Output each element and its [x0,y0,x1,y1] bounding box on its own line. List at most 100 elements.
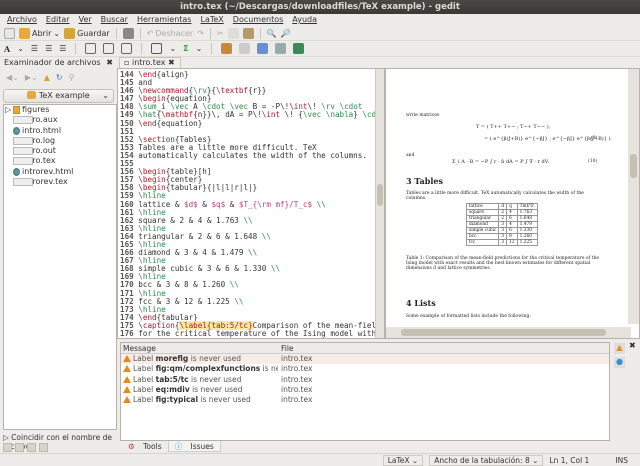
file-item[interactable]: intro.out [4,146,116,156]
up-icon[interactable]: ▲ [44,73,50,82]
redo-icon[interactable]: ↷ [197,29,204,38]
file-item[interactable]: intro.html [4,126,116,136]
undo-button[interactable]: ↶ Deshacer [147,29,194,38]
file-item[interactable]: intro.tex [4,156,116,166]
align-right-icon[interactable]: ☰ [59,44,66,53]
table-caption: Table 1: Comparison of the mean-field pr… [406,256,600,271]
save-button[interactable]: Guardar [64,27,110,39]
warnings-filter-button[interactable]: ▲ [614,343,625,354]
equation-number: (9) [591,136,598,141]
tab-intro-tex[interactable]: ▫ intro.tex ✖ [119,57,181,68]
scrollbar-thumb[interactable] [377,184,383,206]
issue-row[interactable]: Label fig:typical is never used intro.tex [121,395,609,405]
documents-tab-icon[interactable] [3,443,12,452]
preview-vscrollbar[interactable] [628,69,639,324]
code-token: {tabular}{|l|l|r|l|} [165,183,258,193]
list-description-icon[interactable] [121,43,133,54]
file-browser-tab-icon[interactable] [15,443,24,452]
table-row: lattice d q Tmf/Tc [465,203,538,210]
search-tab-icon[interactable] [27,443,36,452]
refresh-icon[interactable]: ↻ [56,73,63,82]
font-icon[interactable]: A [4,44,10,54]
preview-hscrollbar[interactable] [386,327,631,338]
menu-ver[interactable]: Ver [79,14,92,26]
file-item[interactable]: introrev.html [4,167,116,177]
chevron-down-icon[interactable]: ⌄ [169,44,176,53]
tab-issues[interactable]: ⓘ Issues [167,441,221,452]
info-icon: ⓘ [174,442,183,451]
menu-documentos[interactable]: Documentos [233,14,284,26]
title-bar: intro.tex (~/Descargas/downloadfiles/TeX… [0,0,640,14]
tab-tools[interactable]: ⚙ Tools [122,441,168,452]
chevron-down-icon[interactable]: ⌄ [17,44,24,53]
sum-icon[interactable]: Σ [183,44,188,53]
print-icon[interactable] [122,27,134,39]
issues-list: Message File Label morefig is never used i… [120,342,610,441]
symbols-tab-icon[interactable] [39,443,48,452]
align-center-icon[interactable]: ☰ [45,44,52,53]
warning-icon [123,355,131,362]
folder-select[interactable]: TeX example ⌄ [3,89,114,103]
scrollbar-thumb[interactable] [401,329,606,336]
back-icon[interactable]: ◀⌄ [6,73,19,82]
undo-icon: ↶ [146,28,154,38]
code-editor[interactable]: 144 \end{align} 145 and 146 \newcommand{\r… [117,68,385,339]
preview-paragraph: Some example of formatted lists include … [406,314,531,319]
menu-editar[interactable]: Editar [46,14,70,26]
search-replace-icon[interactable]: 🔎 [281,29,291,38]
warning-icon [123,385,131,393]
close-panel-icon[interactable]: ✖ [629,341,636,350]
menu-herramientas[interactable]: Herramientas [137,14,192,26]
issue-row[interactable]: Label tab:5/tc is never used intro.tex [121,375,609,385]
open-button[interactable]: Abrir ⌄ [19,27,60,39]
issue-row[interactable]: Label fig:qm/complexfunctions is never u… [121,364,609,374]
bibtex-icon[interactable] [257,43,269,54]
copy-icon[interactable] [227,27,239,39]
close-tab-icon[interactable]: ✖ [168,58,175,67]
tab-width-select[interactable]: Ancho de la tabulación: 8 ⌄ [429,454,544,466]
issue-row[interactable]: Label morefig is never used intro.tex [121,354,609,365]
search-icon[interactable]: 🔍 [267,29,277,38]
file-icon [13,178,33,187]
compile-icon[interactable] [221,43,233,54]
forward-icon[interactable]: ▶⌄ [25,73,38,82]
menu-buscar[interactable]: Buscar [101,14,128,26]
menu-archivo[interactable]: Archivo [7,14,37,26]
scrollbar-thumb[interactable] [630,154,637,178]
new-document-icon[interactable] [4,27,15,39]
cut-icon[interactable]: ✂ [217,29,224,38]
list-enumerate-icon[interactable] [103,43,115,54]
equation-9-line1: T = ( T++ T+− ; T−+ T−− ), [476,124,551,130]
close-icon[interactable]: ✖ [106,57,113,69]
export-icon[interactable] [293,43,305,54]
insert-figure-icon[interactable] [151,43,163,54]
document-icon: ▫ [124,58,130,67]
code-text[interactable]: 144 \end{align} 145 and 146 \newcommand{\r… [120,70,384,338]
info-filter-button[interactable]: ● [614,357,625,368]
list-itemize-icon[interactable] [85,43,97,54]
issue-row[interactable]: Label eq:mdiv is never used intro.tex [121,385,609,395]
document-icon[interactable] [275,43,287,54]
chevron-down-icon[interactable]: ⌄ [196,44,203,53]
file-item[interactable]: intro.aux [4,115,116,125]
expander-icon[interactable]: ▷ [5,105,11,115]
file-item[interactable]: intro.log [4,136,116,146]
file-browser-panel: Examinador de archivos ✖ ◀⌄ ▶⌄ ▲ ↻ ⚲ TeX exam… [0,57,117,453]
align-left-icon[interactable]: ☰ [31,44,38,53]
file-item[interactable]: ▷ figures [4,105,116,115]
editor-scrollbar[interactable] [375,69,384,338]
language-select[interactable]: LaTeX ⌄ [382,454,424,466]
save-icon [64,27,76,39]
filter-icon[interactable]: ⚲ [69,73,75,82]
view-icon[interactable] [239,43,251,54]
file-item[interactable]: introrev.tex [4,177,116,187]
paste-icon[interactable] [242,27,254,39]
table-row: simple cubic 3 6 1.330 [465,227,538,234]
column-header-message[interactable]: Message [121,343,278,353]
file-browser-nav: ◀⌄ ▶⌄ ▲ ↻ ⚲ [0,69,117,85]
folder-icon [27,91,37,99]
menu-ayuda[interactable]: Ayuda [292,14,317,26]
column-header-file[interactable]: File [278,343,294,353]
menu-latex[interactable]: LaTeX [200,14,223,26]
pdf-preview[interactable]: write matrices T = ( T++ T+− ; T−+ T−− )… [385,68,640,339]
